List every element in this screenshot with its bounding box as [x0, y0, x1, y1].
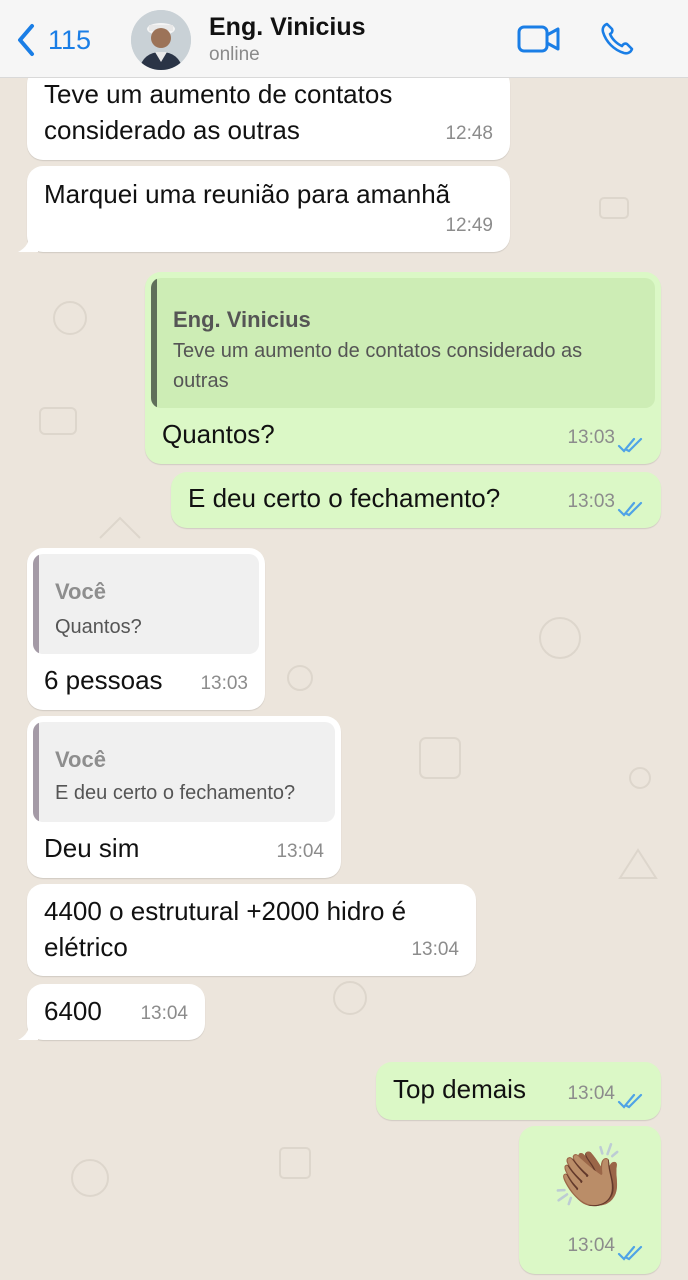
quote-bar: [151, 278, 157, 408]
message-text: Top demais: [393, 1074, 526, 1104]
message-bubble-incoming[interactable]: 6400 13:04: [27, 984, 205, 1040]
message-time: 12:49: [445, 215, 493, 236]
message-time: 12:48: [445, 123, 493, 144]
quote-text: E deu certo o fechamento?: [55, 782, 296, 804]
contact-status: online: [209, 44, 260, 65]
message-bubble-incoming[interactable]: Teve um aumento de contatos considerado …: [27, 68, 510, 160]
message-time: 13:04: [411, 939, 459, 960]
message-text: Deu sim: [44, 833, 140, 863]
quote-bar: [33, 554, 39, 654]
message-bubble-incoming[interactable]: Marquei uma reunião para amanhã 12:49: [27, 166, 510, 252]
message-time: 13:03: [567, 427, 615, 448]
video-call-icon[interactable]: [516, 22, 562, 56]
quoted-message[interactable]: Eng. Vinicius Teve um aumento de contato…: [151, 278, 655, 408]
message-text: E deu certo o fechamento?: [188, 483, 501, 513]
phone-call-icon[interactable]: [598, 20, 636, 58]
bubble-tail: [18, 232, 38, 252]
quote-text: Quantos?: [55, 616, 142, 638]
message-bubble-outgoing[interactable]: 👏🏽 13:04: [519, 1126, 661, 1274]
message-time: 13:04: [276, 841, 324, 862]
quote-author: Eng. Vinicius: [173, 307, 311, 332]
read-receipt-icon: [617, 501, 643, 517]
message-text: Teve um aumento de contatos considerado …: [44, 79, 393, 145]
message-time: 13:04: [567, 1235, 615, 1256]
quoted-message[interactable]: Você Quantos?: [33, 554, 259, 654]
read-receipt-icon: [617, 437, 643, 453]
message-time: 13:04: [567, 1083, 615, 1104]
chat-header: 115 Eng. Vinicius online: [0, 0, 688, 78]
bubble-tail: [18, 1020, 38, 1040]
read-receipt-icon: [617, 1245, 643, 1261]
message-text: Marquei uma reunião para amanhã: [44, 179, 451, 209]
read-receipt-icon: [617, 1093, 643, 1109]
chevron-left-icon: [18, 24, 34, 56]
message-bubble-incoming[interactable]: Você E deu certo o fechamento? Deu sim 1…: [27, 716, 341, 878]
message-time: 13:04: [140, 1003, 188, 1024]
contact-name[interactable]: Eng. Vinicius: [209, 13, 366, 42]
clapping-hands-icon: 👏🏽: [551, 1143, 629, 1212]
message-time: 13:03: [200, 673, 248, 694]
quote-author: Você: [55, 747, 106, 772]
message-text: 4400 o estrutural +2000 hidro é elétrico: [44, 896, 407, 962]
message-text: Quantos?: [162, 419, 275, 449]
quote-author: Você: [55, 579, 106, 604]
message-bubble-incoming[interactable]: Você Quantos? 6 pessoas 13:03: [27, 548, 265, 710]
avatar[interactable]: [131, 10, 191, 70]
message-bubble-outgoing[interactable]: Eng. Vinicius Teve um aumento de contato…: [145, 272, 661, 464]
back-button[interactable]: 115: [14, 20, 91, 60]
message-bubble-outgoing[interactable]: E deu certo o fechamento? 13:03: [171, 472, 661, 528]
quote-bar: [33, 722, 39, 822]
quoted-message[interactable]: Você E deu certo o fechamento?: [33, 722, 335, 822]
message-bubble-outgoing[interactable]: Top demais 13:04: [376, 1062, 661, 1120]
message-bubble-incoming[interactable]: 4400 o estrutural +2000 hidro é elétrico…: [27, 884, 476, 976]
quote-text: Teve um aumento de contatos considerado …: [173, 340, 583, 392]
message-text: 6400: [44, 996, 102, 1026]
message-text: 6 pessoas: [44, 665, 163, 695]
unread-count: 115: [48, 24, 92, 55]
message-time: 13:03: [567, 491, 615, 512]
